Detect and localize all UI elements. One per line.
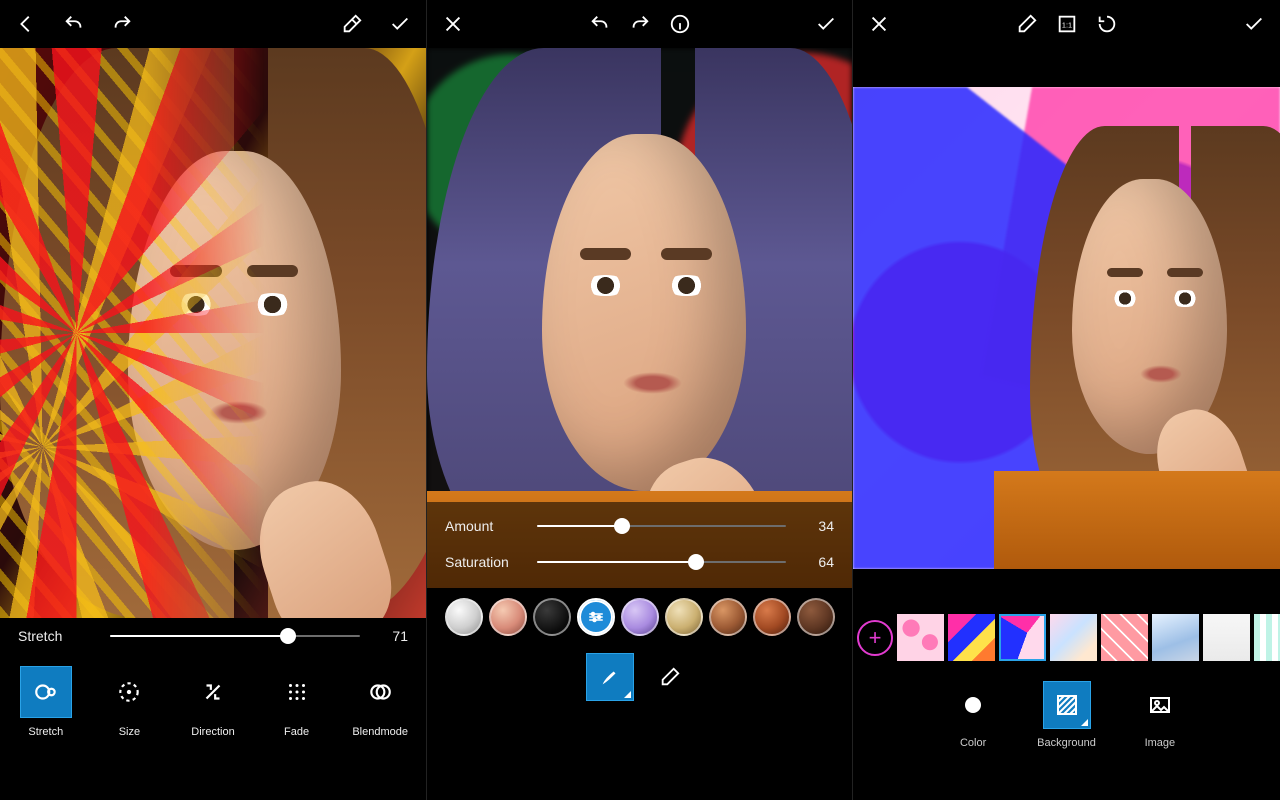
- canvas[interactable]: Amount 34 Saturation 64: [427, 48, 852, 588]
- saturation-slider-row: Saturation 64: [427, 544, 852, 580]
- tool-stretch[interactable]: Stretch: [10, 666, 82, 738]
- close-button[interactable]: [433, 4, 473, 44]
- tool-image[interactable]: Image: [1136, 681, 1184, 749]
- tool-blendmode-label: Blendmode: [352, 726, 408, 738]
- apply-button[interactable]: [1234, 4, 1274, 44]
- thumb-paper-white[interactable]: [1203, 614, 1250, 661]
- add-background-button[interactable]: +: [857, 620, 893, 656]
- brush-tools: [427, 644, 852, 714]
- tool-stretch-label: Stretch: [28, 726, 63, 738]
- brush-tool[interactable]: [587, 654, 633, 700]
- panel-hair-color: Amount 34 Saturation 64: [426, 0, 852, 800]
- thumb-soft-paint[interactable]: [999, 614, 1046, 661]
- toolbar: 1:1: [853, 0, 1280, 48]
- amount-label: Amount: [445, 518, 523, 534]
- stretch-slider[interactable]: [110, 635, 360, 637]
- apply-button[interactable]: [380, 4, 420, 44]
- thumb-pink-dots[interactable]: [897, 614, 944, 661]
- undo-button[interactable]: [54, 4, 94, 44]
- canvas[interactable]: [0, 48, 426, 618]
- reset-button[interactable]: [1087, 4, 1127, 44]
- aspect-ratio-button[interactable]: 1:1: [1047, 4, 1087, 44]
- swatch-blonde[interactable]: [665, 598, 703, 636]
- swatch-rose[interactable]: [489, 598, 527, 636]
- hair-color-swatches: [427, 588, 852, 644]
- toolbar: [0, 0, 426, 48]
- undo-button[interactable]: [580, 4, 620, 44]
- svg-text:1:1: 1:1: [1061, 21, 1071, 30]
- thumb-mint-stripes[interactable]: [1254, 614, 1280, 661]
- apply-button[interactable]: [806, 4, 846, 44]
- swatch-black[interactable]: [533, 598, 571, 636]
- amount-value: 34: [800, 518, 834, 534]
- background-thumbnails: +: [853, 608, 1280, 667]
- toolbar: [427, 0, 852, 48]
- tool-color[interactable]: Color: [949, 681, 997, 749]
- saturation-slider[interactable]: [537, 561, 786, 563]
- eraser-button[interactable]: [1007, 4, 1047, 44]
- tool-color-label: Color: [960, 737, 986, 749]
- stretch-slider-row: Stretch 71: [0, 618, 426, 654]
- saturation-label: Saturation: [445, 554, 523, 570]
- adjust-overlay: Amount 34 Saturation 64: [427, 502, 852, 588]
- tool-fade[interactable]: Fade: [261, 666, 333, 738]
- amount-slider[interactable]: [537, 525, 786, 527]
- tool-background-label: Background: [1037, 737, 1096, 749]
- tool-size[interactable]: Size: [93, 666, 165, 738]
- panel-dispersion: Stretch 71 Stretch Size Direction: [0, 0, 426, 800]
- swatch-lavender[interactable]: [621, 598, 659, 636]
- amount-slider-row: Amount 34: [427, 508, 852, 544]
- thumb-watermelon[interactable]: [1101, 614, 1148, 661]
- thumb-pastel-brush[interactable]: [1050, 614, 1097, 661]
- tool-size-label: Size: [119, 726, 140, 738]
- panel-background: 1:1 +: [852, 0, 1280, 800]
- stretch-value: 71: [374, 628, 408, 644]
- tool-background[interactable]: Background: [1037, 681, 1096, 749]
- canvas[interactable]: [853, 48, 1280, 608]
- swatch-adjust[interactable]: [577, 598, 615, 636]
- swatch-brown[interactable]: [797, 598, 835, 636]
- close-button[interactable]: [859, 4, 899, 44]
- eraser-button[interactable]: [332, 4, 372, 44]
- redo-button[interactable]: [620, 4, 660, 44]
- thumb-blue-marble[interactable]: [1152, 614, 1199, 661]
- tool-direction-label: Direction: [191, 726, 234, 738]
- tool-blendmode[interactable]: Blendmode: [344, 666, 416, 738]
- thumb-bold-paint[interactable]: [948, 614, 995, 661]
- redo-button[interactable]: [102, 4, 142, 44]
- info-button[interactable]: [660, 4, 700, 44]
- tool-direction[interactable]: Direction: [177, 666, 249, 738]
- stretch-label: Stretch: [18, 628, 96, 644]
- swatch-silver[interactable]: [445, 598, 483, 636]
- background-mode-tools: Color Background Image: [853, 667, 1280, 767]
- swatch-copper[interactable]: [753, 598, 791, 636]
- eraser-tool[interactable]: [647, 654, 693, 700]
- tool-image-label: Image: [1145, 737, 1176, 749]
- saturation-value: 64: [800, 554, 834, 570]
- back-button[interactable]: [6, 4, 46, 44]
- effect-tools: Stretch Size Direction Fade Blendm: [0, 654, 426, 756]
- swatch-auburn[interactable]: [709, 598, 747, 636]
- tool-fade-label: Fade: [284, 726, 309, 738]
